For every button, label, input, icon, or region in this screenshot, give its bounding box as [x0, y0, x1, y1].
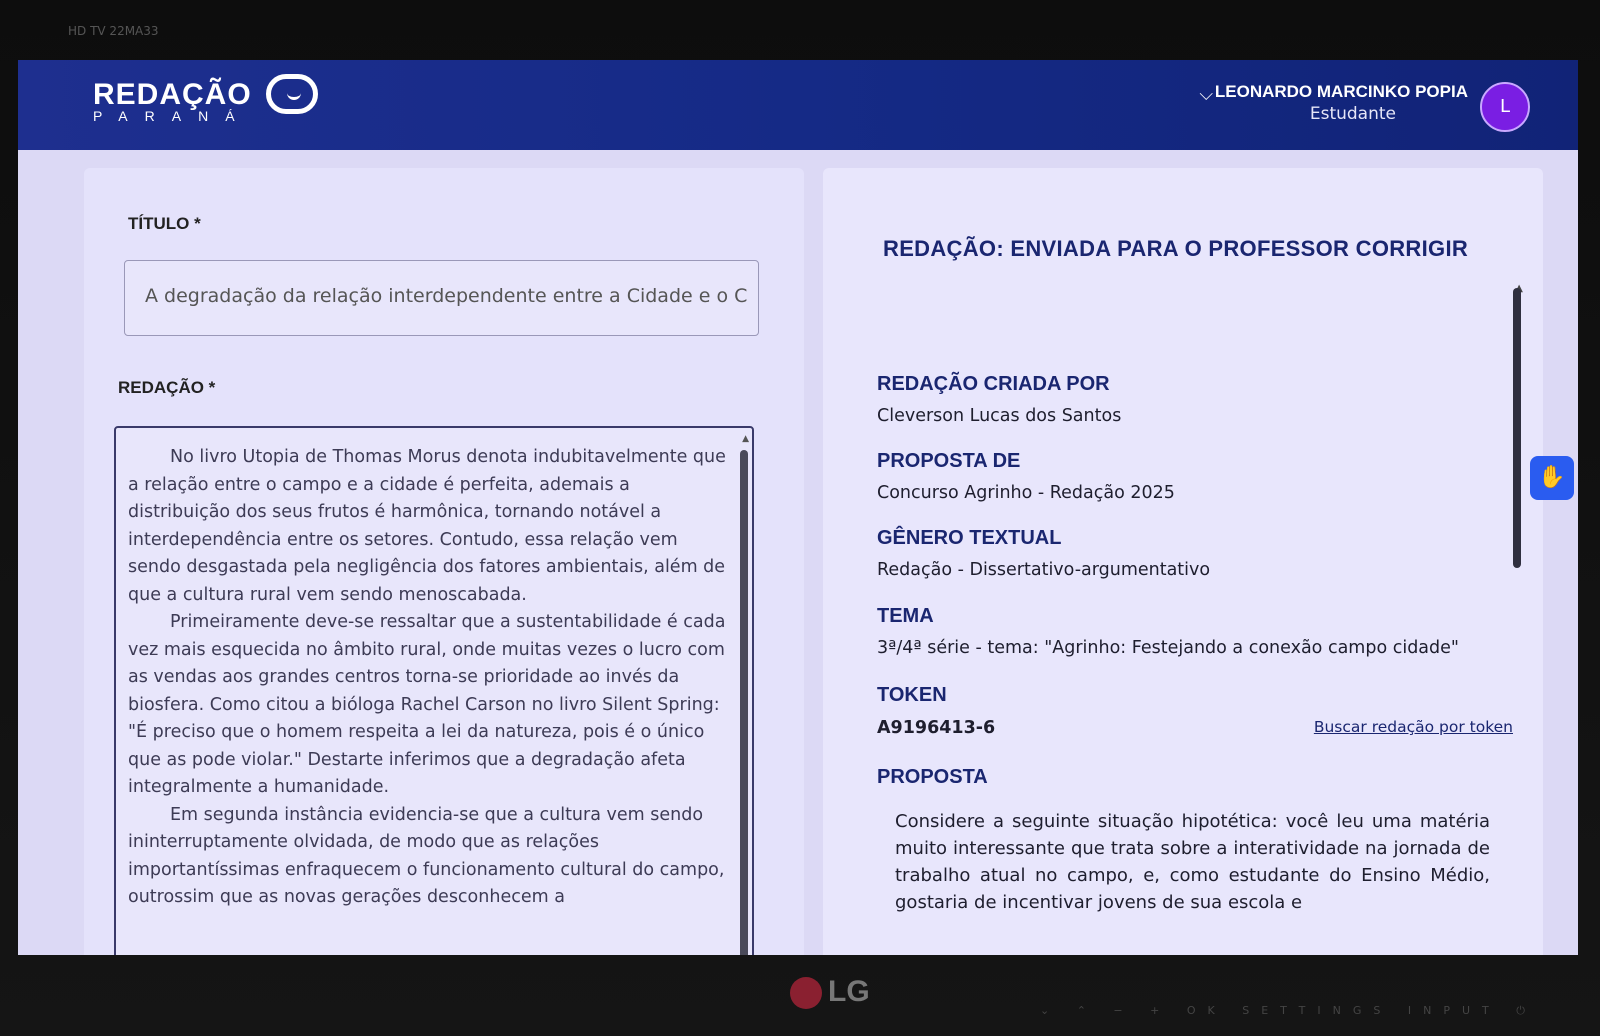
proposal-of-value: Concurso Agrinho - Redação 2025	[877, 483, 1175, 503]
logo-sub-text: PARANÁ	[93, 108, 252, 124]
monitor-model-label: HD TV 22MA33	[68, 24, 159, 38]
genre-value: Redação - Dissertativo-argumentativo	[877, 560, 1211, 580]
monitor-brand-logo: LG	[790, 975, 870, 1010]
monitor-frame: HD TV 22MA33 REDAÇÃO PARANÁ ⌵ LEONARDO M…	[0, 0, 1600, 1036]
created-by-value: Cleverson Lucas dos Santos	[877, 406, 1122, 426]
user-name: LEONARDO MARCINKO POPIA	[1214, 82, 1468, 101]
essay-status: REDAÇÃO: ENVIADA PARA O PROFESSOR CORRIG…	[883, 236, 1469, 261]
monitor-brand-text: LG	[828, 975, 870, 1008]
title-label: TÍTULO *	[128, 214, 201, 233]
monitor-controls: ⌄ ⌃ − + OK SETTINGS INPUT ⏻	[1040, 1004, 1537, 1017]
essay-paragraph: Primeiramente deve-se ressaltar que a su…	[128, 612, 726, 797]
title-input[interactable]: A degradação da relação interdependente …	[124, 260, 759, 336]
essay-label: REDAÇÃO *	[118, 378, 216, 397]
scroll-up-arrow-icon[interactable]: ▲	[742, 434, 749, 444]
created-by-label: REDAÇÃO CRIADA POR	[877, 373, 1110, 395]
essay-form-panel: TÍTULO * A degradação da relação interde…	[84, 168, 804, 955]
proposal-text: Considere a seguinte situação hipotética…	[895, 811, 1490, 913]
screen: REDAÇÃO PARANÁ ⌵ LEONARDO MARCINKO POPIA…	[18, 60, 1578, 955]
genre-label: GÊNERO TEXTUAL	[877, 527, 1062, 549]
essay-textarea[interactable]: No livro Utopia de Thomas Morus denota i…	[114, 426, 754, 955]
hand-sign-language-icon[interactable]: ✋	[1530, 456, 1574, 500]
search-by-token-link[interactable]: Buscar redação por token	[1314, 718, 1513, 736]
user-role: Estudante	[1309, 104, 1396, 124]
logo-main-text: REDAÇÃO	[93, 78, 252, 111]
essay-text: No livro Utopia de Thomas Morus denota i…	[128, 444, 728, 912]
theme-value: 3ª/4ª série - tema: "Agrinho: Festejando…	[877, 638, 1459, 658]
token-label: TOKEN	[877, 684, 947, 706]
page-scrollbar[interactable]	[1513, 288, 1521, 568]
lg-logo-icon	[790, 977, 822, 1010]
essay-paragraph: No livro Utopia de Thomas Morus denota i…	[128, 447, 726, 605]
essay-paragraph: Em segunda instância evidencia-se que a …	[128, 804, 725, 908]
essay-scrollbar[interactable]	[740, 450, 748, 955]
chevron-down-icon[interactable]: ⌵	[1199, 84, 1213, 105]
top-bar: REDAÇÃO PARANÁ ⌵ LEONARDO MARCINKO POPIA…	[18, 60, 1578, 150]
user-menu[interactable]: LEONARDO MARCINKO POPIA Estudante	[1215, 82, 1468, 124]
theme-label: TEMA	[877, 605, 934, 627]
avatar[interactable]: L	[1480, 82, 1530, 132]
logo[interactable]: REDAÇÃO PARANÁ	[93, 78, 252, 124]
proposal-label: PROPOSTA	[877, 766, 988, 788]
essay-details-panel: REDAÇÃO: ENVIADA PARA O PROFESSOR CORRIG…	[823, 168, 1543, 955]
token-value: A9196413-6	[877, 718, 996, 738]
chat-bubble-logo-icon	[266, 74, 318, 114]
proposal-of-label: PROPOSTA DE	[877, 450, 1021, 472]
